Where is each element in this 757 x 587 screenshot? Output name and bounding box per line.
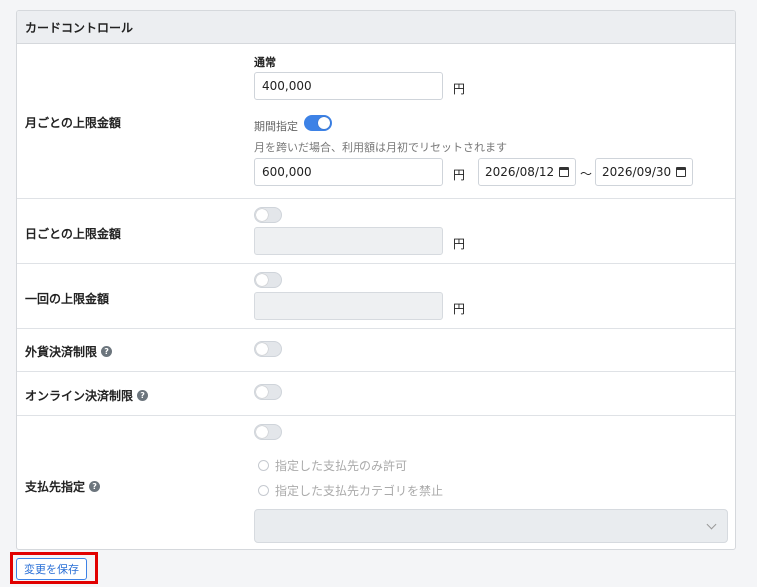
radio-button[interactable] [258, 485, 269, 496]
radio-button[interactable] [258, 460, 269, 471]
yen-unit: 円 [453, 82, 466, 96]
single-limit-label: 一回の上限金額 [25, 292, 110, 306]
single-limit-toggle[interactable] [254, 272, 282, 288]
payee-label: 支払先指定 ? [25, 478, 101, 495]
yen-unit: 円 [453, 168, 466, 182]
card-control-panel: カードコントロール 月ごとの上限金額 通常 400,000 円 期間指定 月を跨… [16, 10, 736, 550]
calendar-icon[interactable] [559, 167, 569, 177]
payee-option-block-category[interactable]: 指定した支払先カテゴリを禁止 [258, 482, 443, 499]
row-online-payment: オンライン決済制限 ? [17, 372, 735, 416]
row-payee: 支払先指定 ? 指定した支払先のみ許可 指定した支払先カテゴリを禁止 [17, 416, 735, 549]
row-daily-limit: 日ごとの上限金額 円 [17, 199, 735, 264]
foreign-currency-label: 外貨決済制限 ? [25, 343, 113, 360]
help-icon[interactable]: ? [101, 346, 113, 357]
payee-toggle[interactable] [254, 424, 282, 440]
row-foreign-currency: 外貨決済制限 ? [17, 329, 735, 372]
save-button[interactable]: 変更を保存 [16, 558, 87, 580]
help-icon[interactable]: ? [89, 481, 101, 492]
date-from-input[interactable]: 2026/08/12 [478, 158, 576, 186]
payee-option-allow[interactable]: 指定した支払先のみ許可 [258, 457, 407, 474]
yen-unit: 円 [453, 237, 466, 251]
date-from-value: 2026/08/12 [485, 165, 555, 179]
date-range-separator: ～ [580, 167, 593, 181]
reset-hint: 月を跨いだ場合、利用額は月初でリセットされます [254, 141, 507, 154]
single-limit-input[interactable] [254, 292, 443, 320]
date-to-input[interactable]: 2026/09/30 [595, 158, 693, 186]
daily-limit-label: 日ごとの上限金額 [25, 227, 121, 241]
help-icon[interactable]: ? [137, 390, 149, 401]
date-to-value: 2026/09/30 [602, 165, 672, 179]
monthly-limit-label: 月ごとの上限金額 [25, 116, 121, 130]
normal-label: 通常 [254, 56, 276, 69]
online-payment-label: オンライン決済制限 ? [25, 387, 149, 404]
card-title: カードコントロール [25, 20, 134, 35]
daily-limit-toggle[interactable] [254, 207, 282, 223]
daily-limit-input[interactable] [254, 227, 443, 255]
payee-select[interactable] [254, 509, 728, 543]
monthly-normal-input[interactable]: 400,000 [254, 72, 443, 100]
yen-unit: 円 [453, 302, 466, 316]
period-toggle[interactable] [304, 115, 332, 131]
row-monthly-limit: 月ごとの上限金額 通常 400,000 円 期間指定 月を跨いだ場合、利用額は月… [17, 44, 735, 199]
foreign-currency-toggle[interactable] [254, 341, 282, 357]
online-payment-toggle[interactable] [254, 384, 282, 400]
chevron-down-icon [706, 519, 717, 529]
row-single-limit: 一回の上限金額 円 [17, 264, 735, 329]
monthly-period-input[interactable]: 600,000 [254, 158, 443, 186]
period-label: 期間指定 [254, 120, 298, 133]
calendar-icon[interactable] [676, 167, 686, 177]
card-header: カードコントロール [17, 11, 735, 44]
